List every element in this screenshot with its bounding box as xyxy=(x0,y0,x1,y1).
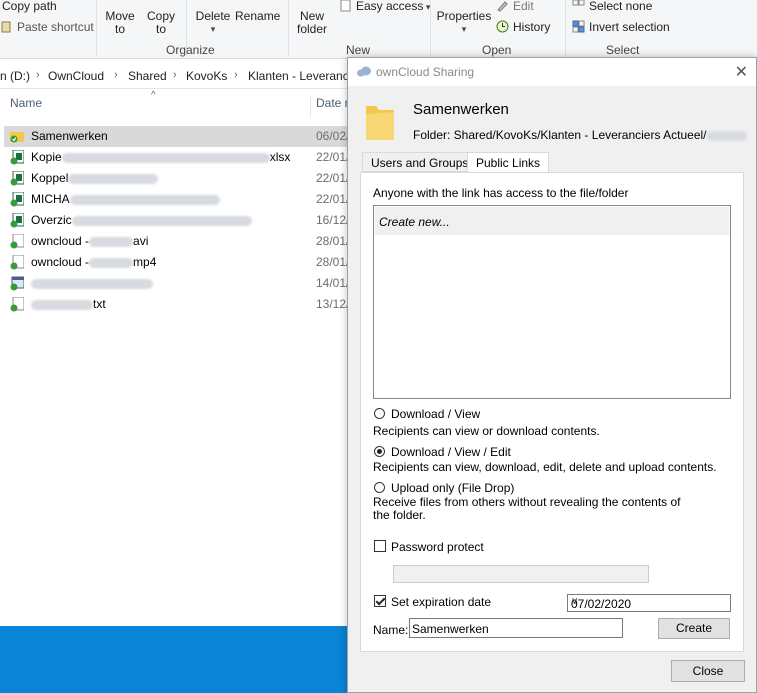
file-row[interactable]: Overzic 16/12/ xyxy=(4,210,350,231)
chevron-right-icon: › xyxy=(114,69,118,81)
password-field xyxy=(393,565,649,583)
file-row[interactable]: MICHA 22/01/ xyxy=(4,189,350,210)
file-row-samenwerken[interactable]: Samenwerken 06/02/ xyxy=(4,126,350,147)
breadcrumb-klanten[interactable]: Klanten - Leveranci xyxy=(248,69,351,83)
download-view-edit-radio[interactable] xyxy=(374,446,385,457)
move-to-button[interactable]: Move to xyxy=(103,10,137,36)
file-row[interactable]: owncloud - avi 28/01/ xyxy=(4,231,350,252)
password-protect-label[interactable]: Password protect xyxy=(391,540,484,554)
link-access-info: Anyone with the link has access to the f… xyxy=(373,186,629,200)
file-row[interactable]: Koppel 22/01/ xyxy=(4,168,350,189)
chevron-right-icon: › xyxy=(36,69,40,81)
tab-public-links[interactable]: Public Links xyxy=(467,152,550,173)
folder-sync-icon xyxy=(10,132,24,143)
paste-shortcut-button[interactable]: Paste shortcut xyxy=(0,20,94,34)
invert-selection-button[interactable]: Invert selection xyxy=(572,20,670,34)
sort-ascending-icon: ^ xyxy=(151,90,156,101)
desktop-background xyxy=(0,626,348,693)
copy-to-button[interactable]: Copy to xyxy=(144,10,178,36)
create-button[interactable]: Create xyxy=(658,618,730,639)
copy-path-button[interactable]: Copy path xyxy=(2,0,57,13)
easy-access-button[interactable]: Easy access xyxy=(339,0,430,13)
download-view-description: Recipients can view or download contents… xyxy=(373,424,600,438)
ribbon: Copy path Paste shortcut Move to Copy to… xyxy=(0,0,757,59)
history-icon xyxy=(496,20,509,33)
excel-sync-icon xyxy=(10,171,24,186)
shared-folder-name: Samenwerken xyxy=(413,101,509,118)
ribbon-group-new: New xyxy=(346,43,371,57)
owncloud-sharing-dialog: ownCloud Sharing ✕ Samenwerken Folder: S… xyxy=(347,57,757,693)
select-none-button[interactable]: Select none xyxy=(572,0,652,13)
delete-button[interactable]: Delete ▾ xyxy=(192,10,234,36)
breadcrumb-kovoks[interactable]: KovoKs xyxy=(186,69,227,83)
download-view-label[interactable]: Download / View xyxy=(391,407,480,421)
file-sync-icon xyxy=(10,255,24,270)
dialog-title: ownCloud Sharing xyxy=(376,65,475,79)
new-folder-button[interactable]: New folder xyxy=(292,10,332,36)
history-button[interactable]: History xyxy=(496,20,550,34)
shared-folder-path: Folder: Shared/KovoKs/Klanten - Leveranc… xyxy=(413,128,747,142)
properties-button[interactable]: Properties ▾ xyxy=(436,10,492,36)
link-name-input[interactable]: Samenwerken xyxy=(409,618,623,638)
chevron-right-icon: › xyxy=(173,69,177,81)
column-header-name[interactable]: Name xyxy=(10,96,42,110)
close-button[interactable]: Close xyxy=(671,660,745,682)
file-row[interactable]: owncloud - mp4 28/01/ xyxy=(4,252,350,273)
file-row[interactable]: txt 13/12/ xyxy=(4,294,350,315)
edit-button[interactable]: Edit xyxy=(496,0,534,13)
upload-only-radio[interactable] xyxy=(374,482,385,493)
download-view-edit-label[interactable]: Download / View / Edit xyxy=(391,445,511,459)
public-links-panel: Anyone with the link has access to the f… xyxy=(360,172,744,652)
download-view-radio[interactable] xyxy=(374,408,385,419)
upload-only-label[interactable]: Upload only (File Drop) xyxy=(391,481,514,495)
breadcrumb-owncloud[interactable]: OwnCloud xyxy=(48,69,104,83)
excel-sync-icon xyxy=(10,213,24,228)
paste-shortcut-icon xyxy=(1,21,11,33)
download-view-edit-description: Recipients can view, download, edit, del… xyxy=(373,460,717,474)
easy-access-icon xyxy=(340,0,351,12)
close-icon[interactable]: ✕ xyxy=(735,62,748,82)
excel-sync-icon xyxy=(10,150,24,165)
owncloud-logo-icon xyxy=(357,66,371,77)
file-row[interactable]: 14/01/ xyxy=(4,273,350,294)
folder-icon xyxy=(366,106,394,140)
create-new-link-item[interactable]: Create new... xyxy=(375,207,729,235)
rename-button[interactable]: Rename xyxy=(235,10,280,23)
expiration-date-picker[interactable]: 07/02/2020 ∨ xyxy=(567,594,731,612)
dialog-titlebar[interactable]: ownCloud Sharing ✕ xyxy=(348,58,756,86)
breadcrumb-drive[interactable]: n (D:) xyxy=(0,69,30,83)
app-sync-icon xyxy=(10,276,24,291)
select-none-icon xyxy=(572,0,585,6)
column-divider[interactable] xyxy=(310,95,311,117)
chevron-down-icon[interactable]: ∨ xyxy=(571,596,726,607)
ribbon-group-organize: Organize xyxy=(166,43,215,57)
set-expiration-checkbox[interactable] xyxy=(374,595,386,607)
set-expiration-label[interactable]: Set expiration date xyxy=(391,595,491,609)
chevron-right-icon: › xyxy=(234,69,238,81)
edit-icon xyxy=(497,1,508,12)
ribbon-group-select: Select xyxy=(606,43,640,57)
excel-sync-icon xyxy=(10,192,24,207)
name-label: Name: xyxy=(373,623,409,637)
file-row[interactable]: Kopie xlsx 22/01/ xyxy=(4,147,350,168)
public-links-list[interactable]: Create new... xyxy=(373,205,731,399)
ribbon-group-open: Open xyxy=(482,43,512,57)
tab-users-and-groups[interactable]: Users and Groups xyxy=(362,152,478,172)
invert-selection-icon xyxy=(572,20,585,33)
file-sync-icon xyxy=(10,297,24,312)
password-protect-checkbox[interactable] xyxy=(374,540,386,552)
breadcrumb-shared[interactable]: Shared xyxy=(128,69,167,83)
file-sync-icon xyxy=(10,234,24,249)
upload-only-description: Receive files from others without reveal… xyxy=(373,495,681,522)
